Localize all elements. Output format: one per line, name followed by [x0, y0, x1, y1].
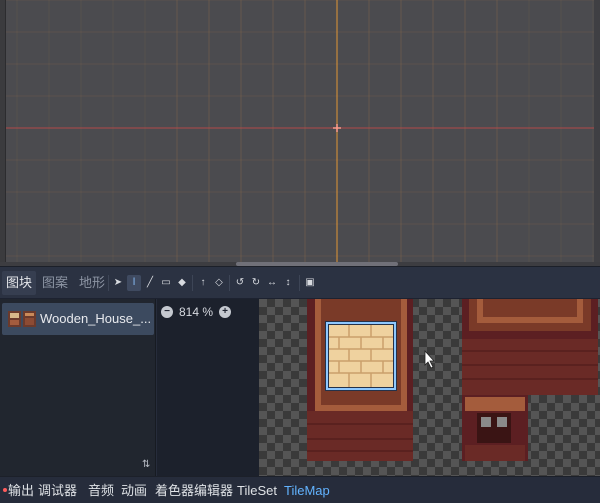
tab-output[interactable]: 输出	[8, 481, 34, 501]
zoom-level: 814 %	[179, 305, 214, 319]
tile-brick-selected[interactable]	[325, 321, 397, 391]
zoom-in-icon[interactable]: +	[219, 306, 232, 318]
tab-audio[interactable]: 音频	[88, 481, 114, 501]
tab-tilemap[interactable]: TileMap	[284, 481, 330, 501]
tab-debugger[interactable]: 调试器	[38, 481, 77, 501]
toolbar-separator	[229, 275, 230, 291]
tile-atlas-image[interactable]	[259, 299, 600, 477]
random-icon[interactable]: ▣	[303, 275, 317, 291]
rotate-right-icon[interactable]: ↻	[249, 275, 263, 291]
sort-icon[interactable]: ⇅	[142, 459, 150, 470]
list-item-label: Wooden_House_...	[40, 311, 152, 326]
tab-terrains[interactable]: 地形	[75, 271, 109, 295]
vertical-ruler	[0, 0, 6, 266]
list-item-wooden-house[interactable]: Wooden_House_...	[2, 303, 154, 335]
rect-icon[interactable]: ▭	[159, 275, 173, 291]
bucket-icon[interactable]: ◆	[175, 275, 189, 291]
editor-window: 图块 图案 地形 ➤ ǀ ╱ ▭ ◆ ↑ ◇ ↺ ↻ ↔ ↕ ▣ Wooden_…	[0, 0, 600, 503]
tab-tileset[interactable]: TileSet	[237, 481, 277, 501]
zoom-out-icon[interactable]: −	[161, 306, 173, 318]
zoom-control: − 814 % +	[161, 303, 232, 321]
tilemap-viewport[interactable]	[0, 0, 600, 266]
tab-animation[interactable]: 动画	[121, 481, 147, 501]
tab-patterns[interactable]: 图案	[38, 271, 72, 295]
tilemap-toolbar: 图块 图案 地形 ➤ ǀ ╱ ▭ ◆ ↑ ◇ ↺ ↻ ↔ ↕ ▣	[0, 267, 600, 299]
tile-wall-block[interactable]	[462, 299, 598, 395]
tilemap-panel: 图块 图案 地形 ➤ ǀ ╱ ▭ ◆ ↑ ◇ ↺ ↻ ↔ ↕ ▣ Wooden_…	[0, 266, 600, 477]
toolbar-separator	[192, 275, 193, 291]
tab-shader-editor[interactable]: 着色器编辑器	[155, 481, 233, 501]
vertical-scrollbar[interactable]	[594, 0, 600, 266]
tile-window[interactable]	[462, 395, 528, 461]
flip-v-icon[interactable]: ↕	[281, 275, 295, 291]
bottom-dock-bar: 输出 调试器 音频 动画 着色器编辑器 TileSet TileMap	[0, 476, 600, 503]
tileset-source-list: Wooden_House_... ⇅	[0, 299, 156, 477]
select-icon[interactable]: ➤	[111, 275, 125, 291]
eraser-icon[interactable]: ◇	[212, 275, 226, 291]
rotate-left-icon[interactable]: ↺	[233, 275, 247, 291]
toolbar-separator	[299, 275, 300, 291]
viewport-canvas[interactable]	[0, 0, 600, 266]
paint-icon[interactable]: ǀ	[127, 275, 141, 291]
tile-atlas-view[interactable]: − 814 % +	[157, 299, 600, 477]
line-icon[interactable]: ╱	[143, 275, 157, 291]
toolbar-separator	[108, 275, 109, 291]
tileset-thumbnail-icon	[8, 311, 36, 327]
origin-marker-icon	[333, 124, 341, 132]
tile-grid	[0, 0, 600, 262]
picker-icon[interactable]: ↑	[196, 275, 210, 291]
error-indicator-icon	[3, 488, 7, 492]
tab-tiles[interactable]: 图块	[2, 271, 37, 295]
flip-h-icon[interactable]: ↔	[265, 275, 279, 291]
